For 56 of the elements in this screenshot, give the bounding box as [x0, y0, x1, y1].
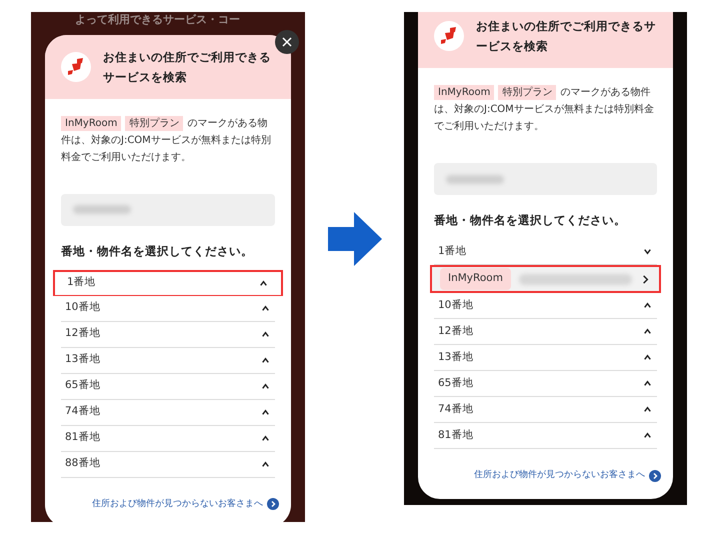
row-label: 13番地 [438, 350, 474, 365]
address-row[interactable]: 10番地 [434, 293, 657, 319]
row-label: 81番地 [65, 430, 100, 446]
logo-icon [61, 52, 91, 82]
address-row[interactable]: 12番地 [61, 322, 275, 348]
notice-text: InMyRoom 特別プラン のマークがある物件は、対象のJ:COMサービスが無料または特別料金でご利用いただけます。 [434, 84, 655, 134]
row-label: 65番地 [65, 378, 100, 394]
address-row[interactable]: 65番地 [434, 371, 657, 397]
row-label: 74番地 [438, 402, 474, 417]
address-row[interactable]: 10番地 [61, 296, 275, 322]
row-label: 10番地 [438, 298, 474, 313]
help-link[interactable]: 住所および物件が見つからないお客さまへ [92, 498, 263, 511]
address-row[interactable]: 74番地 [61, 400, 275, 426]
modal-title: お住まいの住所でご利用できるサービスを検索 [103, 48, 272, 86]
background-text: よって利用できるサービス・コー [75, 12, 240, 28]
notice-text: InMyRoom 特別プラン のマークがある物件は、対象のJ:COMサービスが無料または特別料金でご利用いただけます。 [61, 114, 272, 164]
blurred-text [73, 205, 131, 214]
row-label: 88番地 [65, 456, 100, 472]
arrow-circle-icon [649, 470, 661, 482]
tag: 特別プラン [125, 116, 184, 130]
address-row[interactable]: 12番地 [434, 319, 657, 345]
address-row[interactable]: 81番地 [61, 426, 275, 452]
close-icon [282, 37, 292, 47]
tag: InMyRoom [434, 85, 494, 100]
row-label: 81番地 [438, 428, 474, 443]
arrow-right-icon [328, 212, 382, 266]
tag: InMyRoom [440, 268, 511, 290]
address-row[interactable]: 13番地 [434, 345, 657, 371]
select-prompt: 番地・物件名を選択してください。 [434, 213, 626, 227]
row-label: 13番地 [65, 352, 100, 368]
blurred-text [446, 174, 504, 184]
row-label: 74番地 [65, 404, 100, 420]
address-row[interactable]: 88番地 [61, 452, 275, 478]
arrow-circle-icon [267, 498, 279, 510]
row-label: 12番地 [65, 326, 100, 342]
row-label: 1番地 [438, 244, 467, 259]
property-row[interactable]: InMyRoom [430, 265, 661, 293]
row-label: 1番地 [67, 275, 96, 290]
chevron-right-icon [640, 274, 651, 284]
help-link[interactable]: 住所および物件が見つからないお客さまへ [474, 469, 645, 482]
select-prompt: 番地・物件名を選択してください。 [61, 244, 253, 258]
address-row[interactable]: 65番地 [61, 374, 275, 400]
address-row[interactable]: 13番地 [61, 348, 275, 374]
row-label: 10番地 [65, 300, 100, 316]
logo-icon [434, 21, 464, 51]
row-label: 12番地 [438, 324, 474, 339]
row-label: 65番地 [438, 376, 474, 391]
address-row[interactable]: 74番地 [434, 397, 657, 423]
modal-title: お住まいの住所でご利用できるサービスを検索 [476, 18, 657, 55]
tag: 特別プラン [498, 85, 556, 100]
address-field[interactable] [434, 163, 657, 195]
address-row[interactable]: 81番地 [434, 423, 657, 449]
address-field[interactable] [61, 194, 275, 226]
address-row[interactable]: 1番地 [53, 270, 283, 296]
close-button[interactable] [275, 30, 299, 54]
tag: InMyRoom [61, 116, 122, 130]
